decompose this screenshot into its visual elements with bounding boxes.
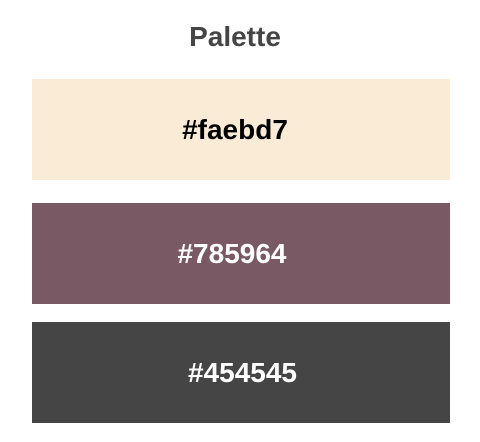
swatch-label-3: #454545	[187, 356, 297, 388]
swatch-label-2: #785964	[177, 237, 287, 269]
swatch-label-1: #faebd7	[182, 113, 288, 145]
color-swatch-3: #454545	[32, 322, 450, 423]
palette-title: Palette	[189, 21, 281, 52]
color-swatch-2: #785964	[32, 203, 450, 304]
color-swatch-1: #faebd7	[32, 79, 450, 180]
